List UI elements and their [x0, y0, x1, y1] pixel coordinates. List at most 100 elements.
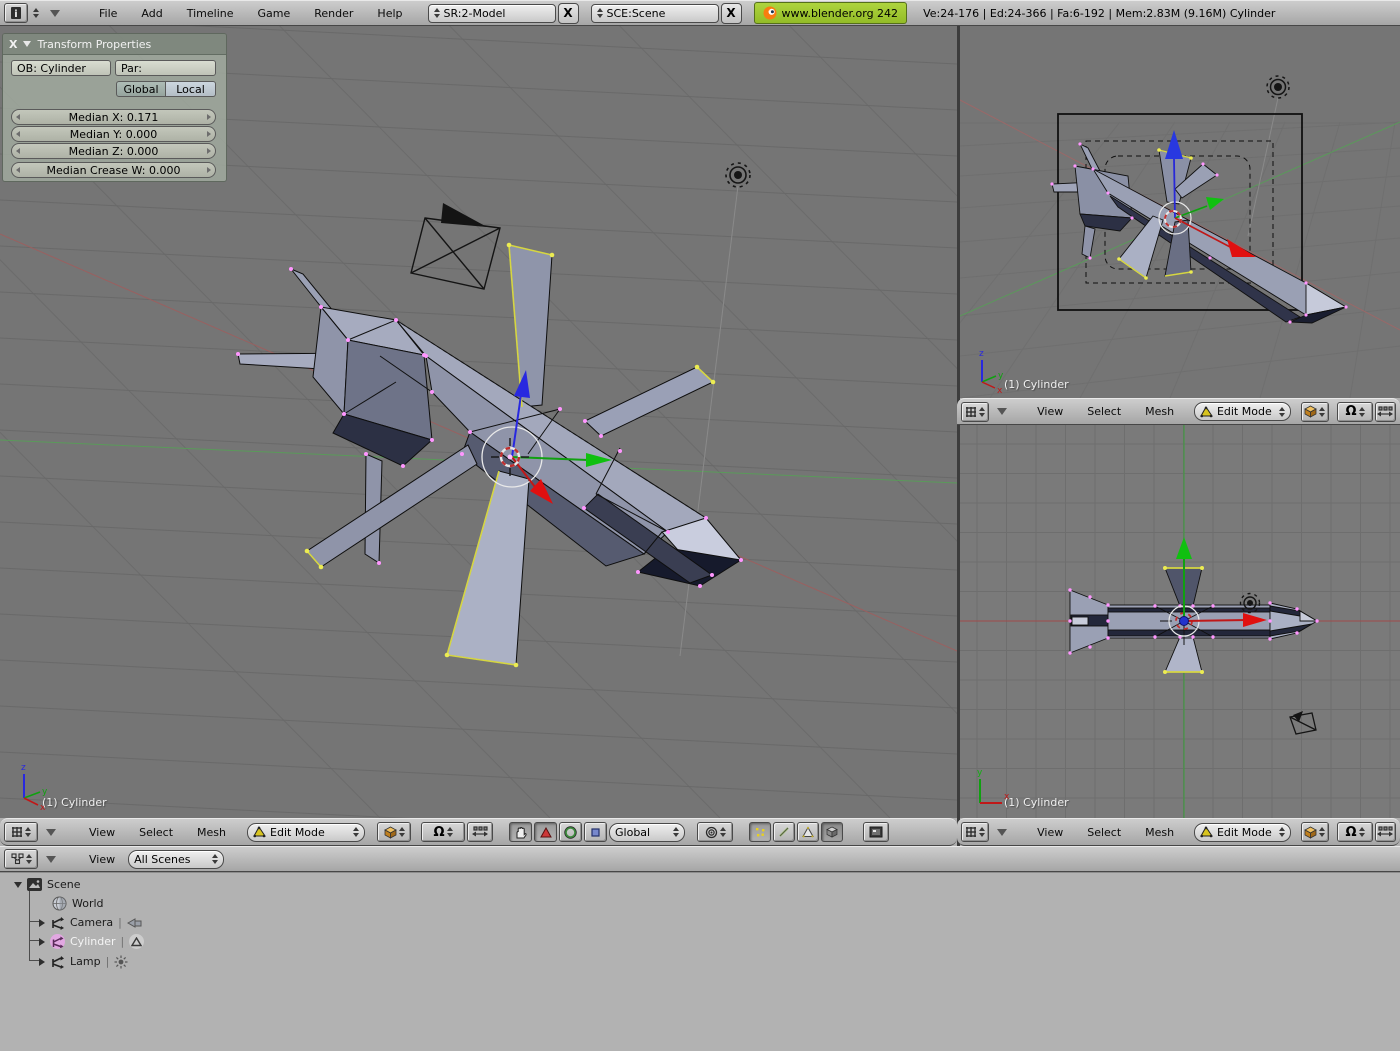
screen-selector[interactable]: SR:2-Model — [428, 4, 556, 23]
info-icon: i — [10, 6, 22, 20]
menu-collapse-icon[interactable] — [50, 10, 60, 17]
snap-target-button[interactable] — [467, 822, 493, 842]
menu-mesh[interactable]: Mesh — [186, 826, 237, 839]
mesh-cylinder-object[interactable] — [236, 243, 743, 668]
menu-view[interactable]: View — [1026, 826, 1074, 839]
editor-type-button[interactable] — [961, 822, 989, 842]
scale-manipulator-button[interactable] — [584, 822, 607, 842]
draw-mode-button[interactable] — [377, 822, 411, 842]
camera-object[interactable] — [411, 203, 500, 289]
info-editor-button[interactable]: i — [4, 3, 28, 23]
outliner-row-world[interactable]: World — [52, 894, 104, 913]
render-preview-button[interactable] — [863, 822, 889, 842]
screen-stepper[interactable] — [434, 8, 440, 18]
menu-help[interactable]: Help — [366, 7, 413, 20]
menu-mesh[interactable]: Mesh — [1134, 826, 1185, 839]
menu-select[interactable]: Select — [1076, 405, 1132, 418]
outliner-row-cylinder[interactable]: Cylinder | — [39, 932, 144, 951]
translate-manipulator-button[interactable] — [534, 822, 557, 842]
menu-mesh[interactable]: Mesh — [1134, 405, 1185, 418]
scene-close-button[interactable]: X — [721, 3, 742, 24]
mesh-cylinder-object[interactable] — [1050, 142, 1347, 323]
face-select-button[interactable] — [797, 822, 819, 842]
screen-close-button[interactable]: X — [558, 3, 579, 24]
proportional-edit-button[interactable]: Ω — [1337, 402, 1373, 422]
header-collapse-icon[interactable] — [46, 829, 56, 836]
draw-mode-button[interactable] — [1301, 822, 1329, 842]
viewport-object-label: (1) Cylinder — [1004, 378, 1069, 391]
expand-arrow-icon[interactable] — [39, 938, 45, 946]
menu-view[interactable]: View — [78, 826, 126, 839]
snap-target-icon — [1377, 406, 1393, 418]
separator: | — [121, 935, 125, 948]
median-y-slider[interactable]: Median Y: 0.000 — [11, 126, 216, 142]
scene-stepper[interactable] — [597, 8, 603, 18]
outliner-item-label: Lamp — [70, 955, 101, 968]
menu-add[interactable]: Add — [130, 7, 173, 20]
expand-arrow-icon[interactable] — [14, 882, 22, 888]
menu-view[interactable]: View — [1026, 405, 1074, 418]
header-collapse-icon[interactable] — [997, 408, 1007, 415]
header-collapse-icon[interactable] — [997, 829, 1007, 836]
median-crease-slider[interactable]: Median Crease W: 0.000 — [11, 162, 216, 178]
orientation-dropdown[interactable]: Global — [609, 823, 685, 842]
editor-stepper[interactable] — [30, 8, 42, 18]
occlude-geometry-button[interactable] — [821, 822, 843, 842]
outliner-panel[interactable]: Scene World Camera | Cylinder | Lamp | — [0, 872, 1400, 1051]
proportional-edit-button[interactable]: Ω — [421, 822, 465, 842]
mode-dropdown[interactable]: Edit Mode — [1194, 823, 1291, 842]
snap-target-button[interactable] — [1375, 822, 1396, 842]
snap-target-icon — [472, 826, 488, 838]
editor-type-button[interactable] — [4, 822, 38, 842]
lamp-object[interactable] — [1241, 594, 1260, 613]
parent-field[interactable]: Par: — [115, 60, 216, 76]
global-toggle[interactable]: Global — [116, 81, 166, 97]
menu-select[interactable]: Select — [128, 826, 184, 839]
menu-view[interactable]: View — [78, 853, 126, 866]
outliner-row-camera[interactable]: Camera | — [39, 913, 143, 932]
panel-close-icon[interactable]: X — [9, 38, 17, 51]
panel-collapse-icon[interactable] — [23, 41, 31, 47]
median-z-slider[interactable]: Median Z: 0.000 — [11, 143, 216, 159]
outliner-row-scene[interactable]: Scene — [14, 875, 81, 894]
menu-render[interactable]: Render — [303, 7, 364, 20]
object-icon — [50, 955, 65, 969]
mode-dropdown[interactable]: Edit Mode — [247, 823, 365, 842]
menu-select[interactable]: Select — [1076, 826, 1132, 839]
edge-select-button[interactable] — [773, 822, 795, 842]
median-x-slider[interactable]: Median X: 0.171 — [11, 109, 216, 125]
blender-org-button[interactable]: www.blender.org 242 — [754, 2, 908, 24]
3d-viewport-camera-canvas[interactable]: z y x — [960, 26, 1400, 398]
draw-mode-button[interactable] — [1301, 402, 1329, 422]
axis-indicator: z y x — [979, 349, 1004, 396]
object-name-field[interactable]: OB: Cylinder — [11, 60, 111, 76]
scene-selector[interactable]: SCE:Scene — [591, 4, 719, 23]
editor-type-button[interactable] — [961, 402, 989, 422]
manipulator-toggle-button[interactable] — [509, 822, 532, 842]
object-name-value: OB: Cylinder — [17, 62, 86, 75]
pivot-point-button[interactable] — [697, 822, 733, 842]
tree-connector — [29, 960, 39, 961]
rotate-manipulator-button[interactable] — [559, 822, 582, 842]
transform-properties-panel[interactable]: X Transform Properties OB: Cylinder Par:… — [2, 33, 227, 182]
vertex-select-button[interactable] — [749, 822, 771, 842]
3d-viewport-front[interactable]: y x (1) Cylinder — [960, 425, 1400, 818]
camera-object[interactable] — [1290, 711, 1316, 734]
menu-file[interactable]: File — [88, 7, 128, 20]
transform-panel-header[interactable]: X Transform Properties — [3, 34, 226, 55]
scenes-filter-dropdown[interactable]: All Scenes — [128, 850, 224, 869]
expand-arrow-icon[interactable] — [39, 919, 45, 927]
header-collapse-icon[interactable] — [46, 856, 56, 863]
menu-game[interactable]: Game — [247, 7, 302, 20]
local-toggle[interactable]: Local — [166, 81, 216, 97]
mode-dropdown[interactable]: Edit Mode — [1194, 402, 1291, 421]
snap-target-button[interactable] — [1375, 402, 1396, 422]
proportional-edit-button[interactable]: Ω — [1337, 822, 1373, 842]
omega-icon: Ω — [433, 825, 444, 840]
3d-viewport-camera[interactable]: z y x (1) Cylinder — [960, 26, 1400, 398]
editor-type-button[interactable] — [4, 849, 38, 869]
outliner-row-lamp[interactable]: Lamp | — [39, 952, 128, 971]
expand-arrow-icon[interactable] — [39, 958, 45, 966]
menu-timeline[interactable]: Timeline — [176, 7, 245, 20]
3d-viewport-front-canvas[interactable]: y x — [960, 425, 1400, 818]
